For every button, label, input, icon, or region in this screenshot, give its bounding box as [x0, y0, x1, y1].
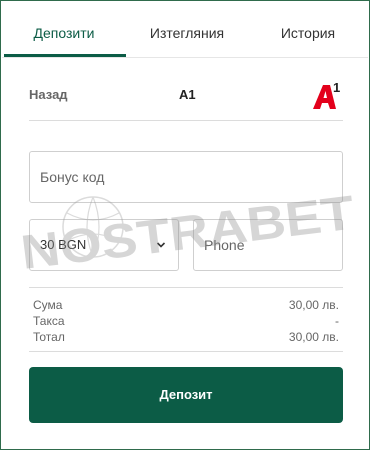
phone-input[interactable]	[194, 220, 342, 270]
tab-withdrawals[interactable]: Изтегляния	[126, 2, 248, 58]
svg-text:1: 1	[333, 80, 340, 95]
amount-select[interactable]: 30 BGN	[29, 219, 179, 271]
tab-history[interactable]: История	[248, 2, 368, 58]
deposit-button[interactable]: Депозит	[29, 367, 343, 423]
summary-bottom-divider	[29, 351, 343, 352]
summary-value: 30,00 лв.	[288, 330, 339, 344]
active-tab-indicator	[4, 54, 126, 57]
summary-value: 30,00 лв.	[288, 298, 339, 312]
deposit-panel: Депозити Изтегляния История Назад A1 1 3…	[0, 0, 370, 450]
summary-top-divider	[29, 287, 343, 288]
back-link[interactable]: Назад	[29, 87, 68, 102]
tab-deposits[interactable]: Депозити	[2, 2, 126, 58]
amount-selected-value: 30 BGN	[40, 237, 87, 252]
bonus-code-field[interactable]	[29, 151, 343, 203]
tabs-bar: Депозити Изтегляния История	[2, 2, 368, 58]
chevron-down-icon	[156, 242, 166, 248]
bonus-code-input[interactable]	[30, 152, 342, 202]
summary-label: Сума	[33, 298, 63, 312]
method-title: A1	[179, 87, 196, 102]
a1-logo-icon: 1	[313, 80, 340, 109]
summary-value: -	[335, 314, 339, 328]
summary-label: Тотал	[33, 330, 65, 344]
method-header: Назад A1 1	[29, 79, 343, 121]
phone-field[interactable]	[193, 219, 343, 271]
summary-label: Такса	[33, 314, 65, 328]
